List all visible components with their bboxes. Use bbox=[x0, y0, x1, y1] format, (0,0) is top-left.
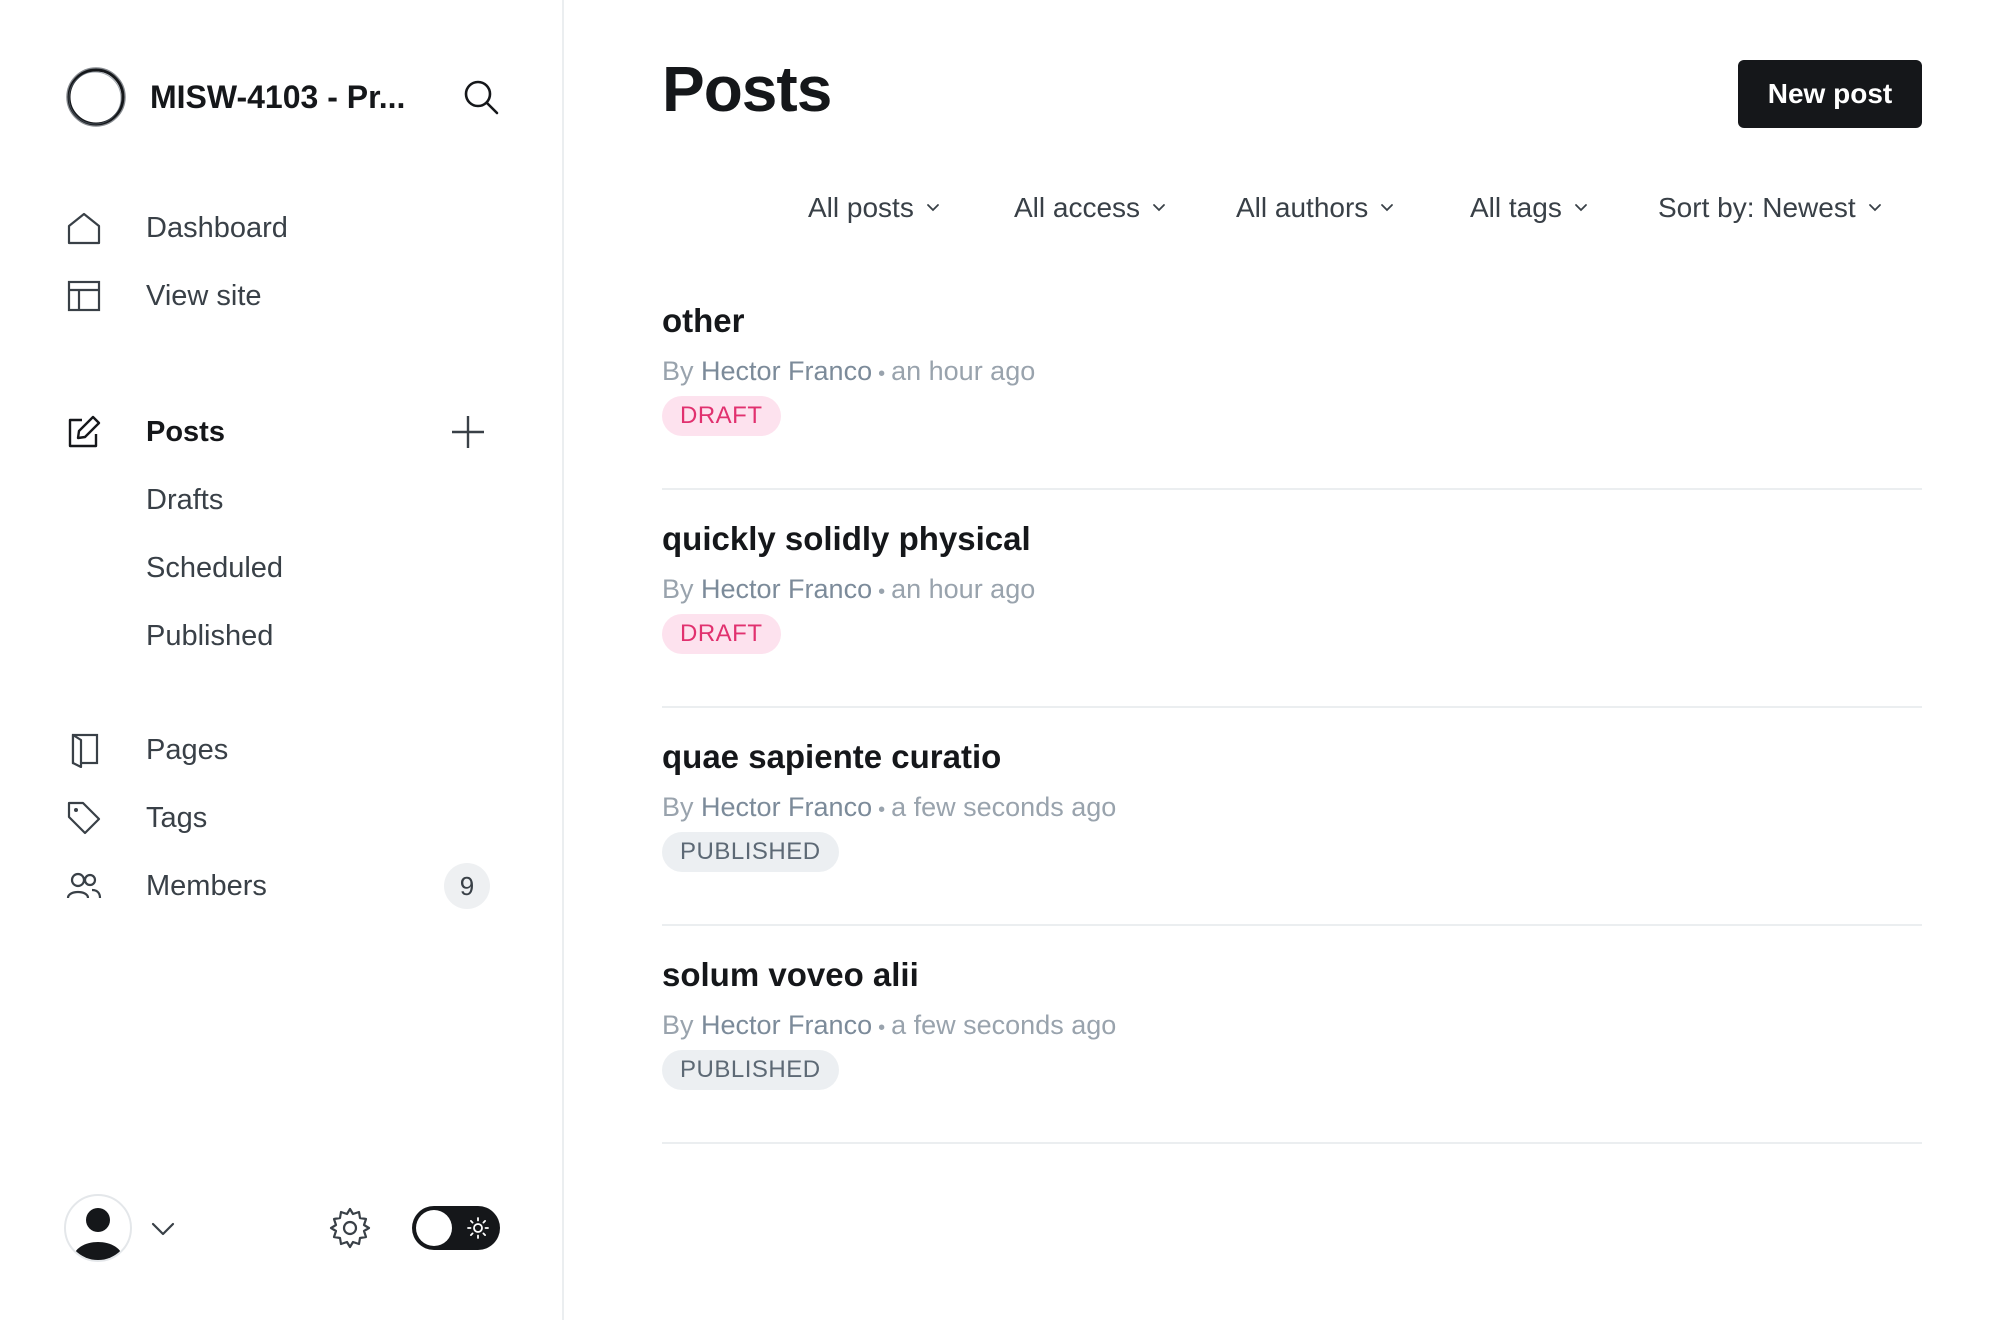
secondary-nav: Pages Tags Members 9 bbox=[64, 716, 504, 920]
filter-label: All posts bbox=[808, 192, 914, 223]
site-title: MISW-4103 - Pr... bbox=[150, 78, 406, 115]
posts-nav: Posts Drafts Scheduled Published bbox=[64, 398, 504, 670]
members-count-badge: 9 bbox=[444, 863, 490, 909]
filter-access-dropdown[interactable]: All access bbox=[1014, 186, 1168, 230]
filter-label: All tags bbox=[1470, 192, 1562, 223]
sidebar-item-label: Posts bbox=[146, 415, 225, 448]
post-title: solum voveo alii bbox=[662, 956, 919, 993]
by-label: By bbox=[662, 1010, 694, 1040]
post-meta: By Hector Franco • a few seconds ago bbox=[662, 792, 1117, 822]
by-label: By bbox=[662, 792, 694, 822]
sidebar-item-drafts[interactable]: Drafts bbox=[64, 466, 504, 534]
list-item[interactable]: quickly solidly physical By Hector Franc… bbox=[662, 490, 1922, 708]
page-title: Posts bbox=[662, 53, 832, 125]
post-author: Hector Franco bbox=[701, 574, 873, 604]
edit-icon bbox=[64, 412, 104, 452]
post-title: quickly solidly physical bbox=[662, 520, 1031, 557]
filter-type-dropdown[interactable]: All posts bbox=[808, 186, 942, 230]
main-content: Posts New post All posts All access All … bbox=[566, 0, 2000, 1320]
sidebar-item-pages[interactable]: Pages bbox=[64, 716, 504, 784]
post-time: an hour ago bbox=[891, 574, 1036, 604]
post-time: an hour ago bbox=[891, 356, 1036, 386]
toggle-knob bbox=[416, 1210, 452, 1246]
sidebar-item-label: Pages bbox=[146, 733, 229, 766]
chevron-down-icon bbox=[1868, 200, 1884, 216]
tag-icon bbox=[64, 798, 104, 838]
page-icon bbox=[64, 730, 104, 770]
primary-nav: Dashboard View site bbox=[64, 194, 504, 330]
search-icon[interactable] bbox=[458, 74, 504, 120]
post-author: Hector Franco bbox=[701, 792, 873, 822]
sidebar-item-label: Tags bbox=[146, 801, 208, 834]
user-avatar-icon bbox=[73, 1208, 123, 1260]
list-item[interactable]: solum voveo alii By Hector Franco • a few … bbox=[662, 926, 1922, 1144]
sidebar-item-label: Members bbox=[146, 869, 267, 902]
list-item[interactable]: quae sapiente curatio By Hector Franco • a… bbox=[662, 708, 1922, 926]
sidebar-item-view-site[interactable]: View site bbox=[64, 262, 504, 330]
post-meta: By Hector Franco • an hour ago bbox=[662, 356, 1036, 386]
sidebar-footer bbox=[64, 1194, 504, 1262]
sidebar-item-members[interactable]: Members 9 bbox=[64, 852, 504, 920]
sidebar-item-label: Drafts bbox=[146, 483, 224, 516]
post-title: other bbox=[662, 302, 745, 339]
sidebar-item-label: Dashboard bbox=[146, 211, 288, 244]
sidebar-item-scheduled[interactable]: Scheduled bbox=[64, 534, 504, 602]
avatar[interactable] bbox=[64, 1194, 132, 1262]
posts-list: other By Hector Franco • an hour ago DRAFT… bbox=[662, 272, 1922, 1144]
post-time: a few seconds ago bbox=[891, 1010, 1117, 1040]
list-item[interactable]: other By Hector Franco • an hour ago DRAFT bbox=[662, 272, 1922, 490]
sun-icon bbox=[466, 1216, 490, 1240]
status-badge: PUBLISHED bbox=[662, 1050, 839, 1090]
status-badge: DRAFT bbox=[662, 396, 781, 436]
filter-label: Sort by: Newest bbox=[1658, 192, 1856, 223]
chevron-down-icon bbox=[926, 200, 942, 216]
site-logo-icon bbox=[64, 65, 128, 129]
filter-label: All authors bbox=[1236, 192, 1369, 223]
theme-toggle[interactable] bbox=[412, 1206, 500, 1250]
filter-label: All access bbox=[1014, 192, 1141, 223]
post-author: Hector Franco bbox=[701, 356, 873, 386]
sidebar-item-dashboard[interactable]: Dashboard bbox=[64, 194, 504, 262]
sidebar-item-posts[interactable]: Posts bbox=[64, 398, 504, 466]
new-post-button[interactable]: New post bbox=[1738, 60, 1922, 128]
sort-dropdown[interactable]: Sort by: Newest bbox=[1658, 186, 1884, 230]
filter-tags-dropdown[interactable]: All tags bbox=[1470, 186, 1590, 230]
sidebar-item-label: Scheduled bbox=[146, 551, 284, 584]
filter-authors-dropdown[interactable]: All authors bbox=[1236, 186, 1396, 230]
by-label: By bbox=[662, 574, 694, 604]
filter-bar: All posts All access All authors All tag… bbox=[662, 186, 1922, 230]
sidebar-item-published[interactable]: Published bbox=[64, 602, 504, 670]
chevron-down-icon bbox=[1380, 200, 1396, 216]
site-brand[interactable]: MISW-4103 - Pr... bbox=[64, 64, 504, 130]
post-meta: By Hector Franco • an hour ago bbox=[662, 574, 1036, 604]
sidebar: MISW-4103 - Pr... Dashboard View site Po… bbox=[0, 0, 564, 1320]
chevron-down-icon bbox=[1574, 200, 1590, 216]
members-icon bbox=[64, 866, 104, 906]
post-title: quae sapiente curatio bbox=[662, 738, 1002, 775]
layout-icon bbox=[64, 276, 104, 316]
post-time: a few seconds ago bbox=[891, 792, 1117, 822]
post-author: Hector Franco bbox=[701, 1010, 873, 1040]
sidebar-item-tags[interactable]: Tags bbox=[64, 784, 504, 852]
sidebar-item-label: Published bbox=[146, 619, 274, 652]
chevron-down-icon bbox=[1152, 200, 1168, 216]
post-meta: By Hector Franco • a few seconds ago bbox=[662, 1010, 1117, 1040]
home-icon bbox=[64, 208, 104, 248]
gear-icon[interactable] bbox=[326, 1204, 374, 1252]
by-label: By bbox=[662, 356, 694, 386]
add-post-icon[interactable] bbox=[446, 410, 490, 454]
sidebar-item-label: View site bbox=[146, 279, 262, 312]
status-badge: PUBLISHED bbox=[662, 832, 839, 872]
status-badge: DRAFT bbox=[662, 614, 781, 654]
chevron-down-icon[interactable] bbox=[148, 1214, 178, 1244]
